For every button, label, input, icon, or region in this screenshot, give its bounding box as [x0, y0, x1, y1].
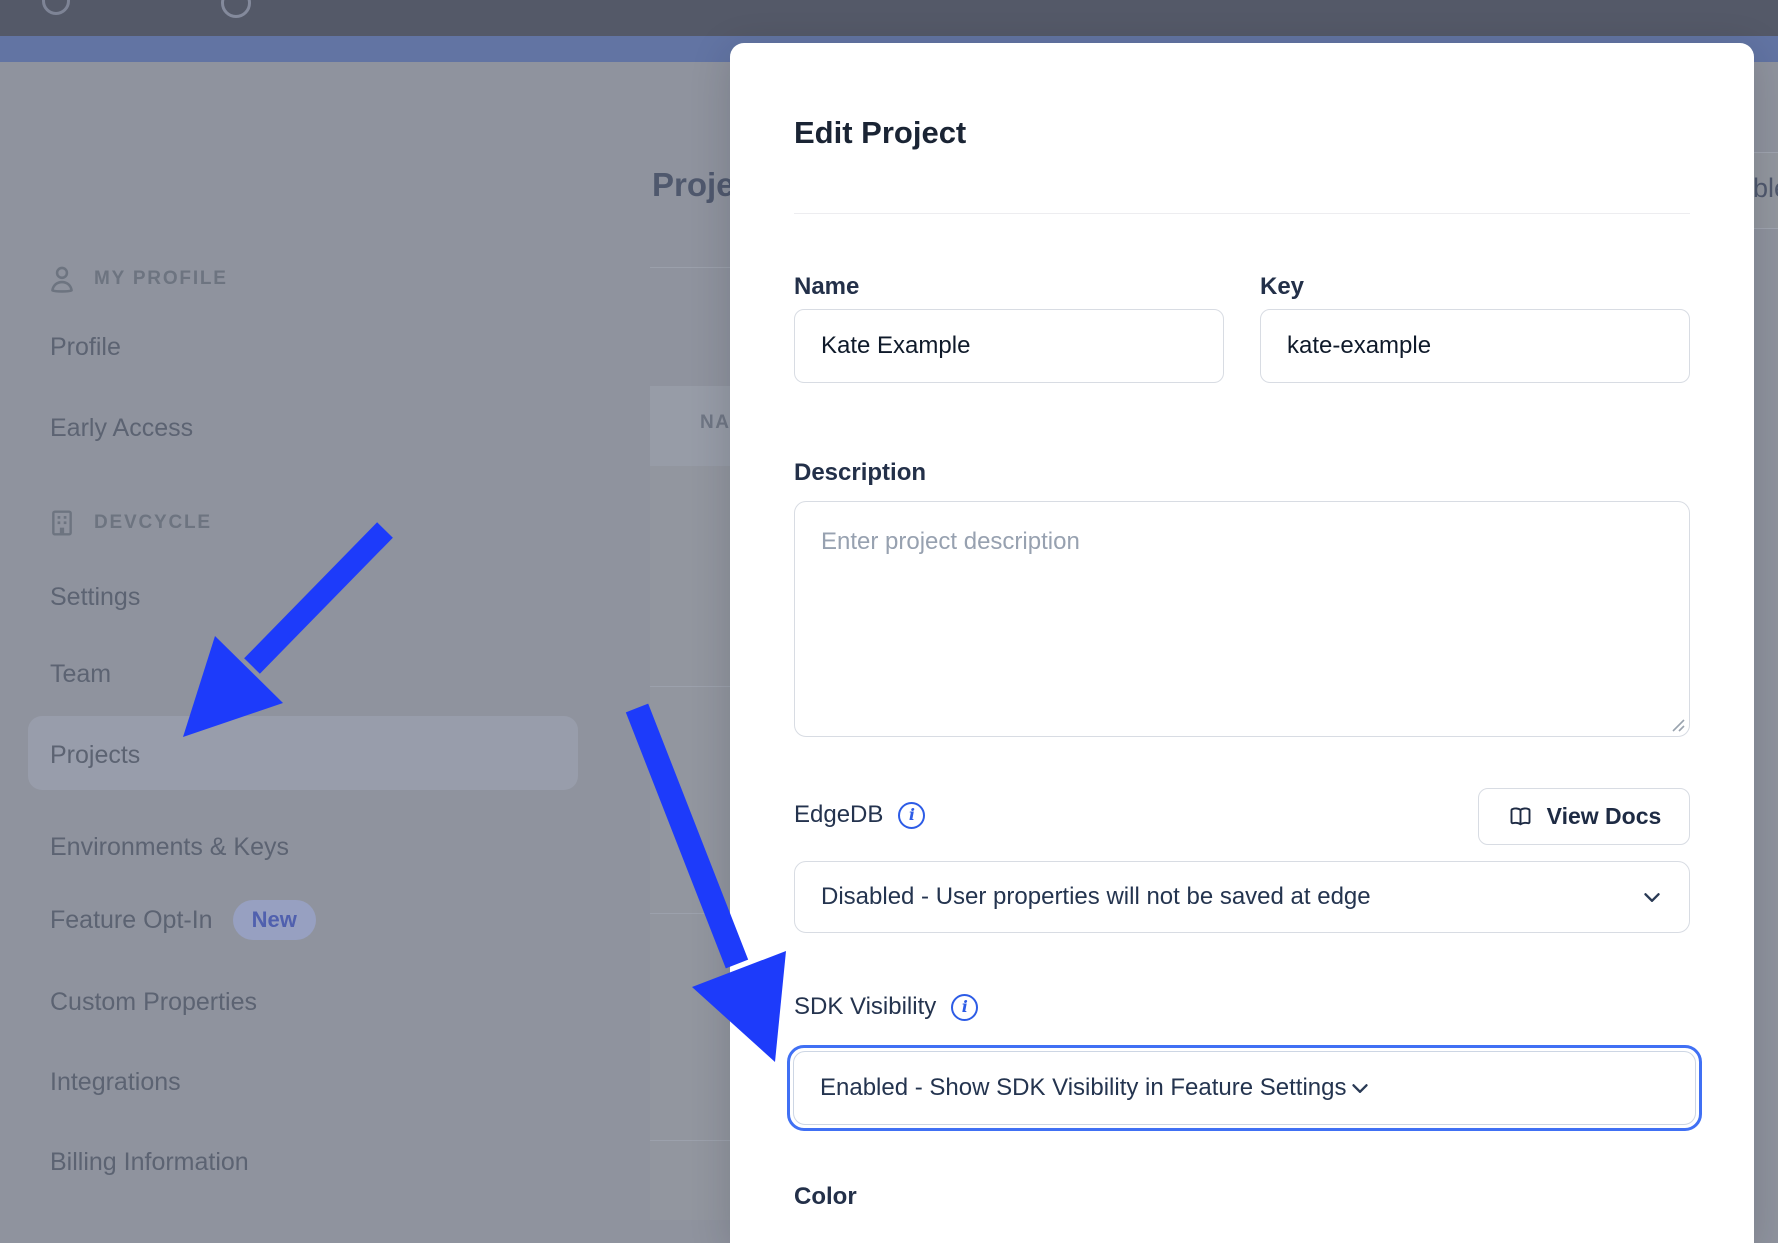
sidebar-item-label: Team: [50, 660, 111, 688]
topbar-logo-fragment-icon: [42, 0, 70, 15]
info-icon-glyph: i: [909, 807, 915, 823]
sidebar-item-label: Custom Properties: [50, 988, 257, 1016]
sdk-visibility-label-row: SDK Visibility i: [794, 993, 978, 1021]
sidebar-item-early-access[interactable]: Early Access: [50, 410, 193, 446]
sidebar-item-team[interactable]: Team: [50, 656, 111, 692]
sidebar-item-label: Settings: [50, 583, 140, 611]
info-icon[interactable]: i: [898, 802, 925, 829]
sidebar-item-feature-opt-in[interactable]: Feature Opt-In New: [50, 898, 316, 942]
color-label: Color: [794, 1183, 857, 1211]
modal-header-divider: [794, 213, 1690, 214]
key-label: Key: [1260, 273, 1304, 301]
sidebar-item-label: Early Access: [50, 414, 193, 442]
sidebar-item-custom-properties[interactable]: Custom Properties: [50, 984, 257, 1020]
sdk-visibility-select[interactable]: Enabled - Show SDK Visibility in Feature…: [793, 1051, 1696, 1125]
edgedb-label: EdgeDB: [794, 801, 883, 829]
sidebar-item-settings[interactable]: Settings: [50, 579, 140, 615]
sidebar-section-label: MY PROFILE: [94, 268, 228, 290]
key-input[interactable]: [1260, 309, 1690, 383]
sidebar-section-devcycle: DEVCYCLE: [46, 506, 212, 540]
chevron-down-icon: [1639, 884, 1665, 910]
sidebar-item-label: Integrations: [50, 1068, 181, 1096]
sidebar-section-label: DEVCYCLE: [94, 512, 212, 534]
new-badge: New: [233, 900, 316, 940]
view-docs-label: View Docs: [1547, 803, 1662, 830]
info-icon-glyph: i: [962, 999, 968, 1015]
sdk-visibility-focus-ring: Enabled - Show SDK Visibility in Feature…: [787, 1045, 1702, 1131]
sidebar-item-integrations[interactable]: Integrations: [50, 1064, 181, 1100]
info-icon[interactable]: i: [951, 994, 978, 1021]
sidebar-item-profile[interactable]: Profile: [50, 329, 121, 365]
edgedb-label-row: EdgeDB i: [794, 801, 925, 829]
chevron-down-icon: [1347, 1075, 1373, 1101]
top-navigation-bar: [0, 0, 1778, 36]
edit-project-modal: Edit Project Name Key Description EdgeDB…: [730, 43, 1754, 1243]
edgedb-selected-value: Disabled - User properties will not be s…: [821, 883, 1639, 911]
sidebar-item-projects[interactable]: Projects: [50, 737, 140, 773]
background-text-fragment: ble: [1753, 173, 1778, 204]
sidebar-item-label: Feature Opt-In: [50, 898, 213, 942]
sidebar-item-label: Profile: [50, 333, 121, 361]
sidebar-item-environments-keys[interactable]: Environments & Keys: [50, 829, 289, 865]
sidebar-item-label: Billing Information: [50, 1148, 249, 1176]
name-input[interactable]: [794, 309, 1224, 383]
sdk-visibility-label: SDK Visibility: [794, 993, 936, 1021]
description-label: Description: [794, 459, 926, 487]
sidebar-item-label: Projects: [50, 741, 140, 769]
modal-title: Edit Project: [794, 115, 966, 151]
description-textarea[interactable]: [794, 501, 1690, 737]
sidebar-item-label: Environments & Keys: [50, 833, 289, 861]
sdk-visibility-selected-value: Enabled - Show SDK Visibility in Feature…: [820, 1074, 1347, 1102]
sidebar-section-my-profile: MY PROFILE: [46, 262, 228, 296]
sidebar-item-billing-information[interactable]: Billing Information: [50, 1144, 249, 1180]
edgedb-select[interactable]: Disabled - User properties will not be s…: [794, 861, 1690, 933]
name-label: Name: [794, 273, 859, 301]
resize-handle-icon[interactable]: [1668, 715, 1686, 738]
topbar-logo-fragment-icon: [221, 0, 251, 18]
view-docs-button[interactable]: View Docs: [1478, 788, 1690, 845]
building-icon: [46, 506, 78, 540]
person-icon: [46, 262, 78, 296]
book-icon: [1507, 803, 1534, 830]
